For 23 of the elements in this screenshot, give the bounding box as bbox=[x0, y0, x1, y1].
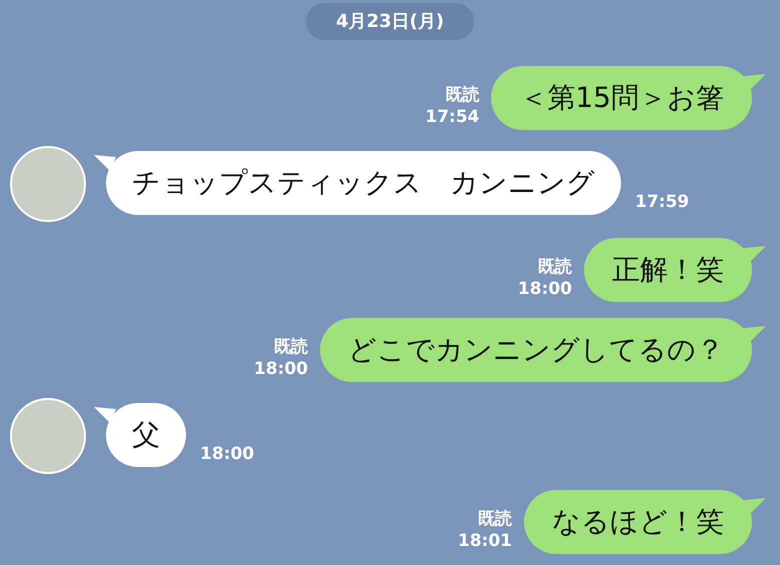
message-time: 18:00 bbox=[200, 443, 254, 466]
read-receipt: 既読 bbox=[274, 336, 308, 358]
message-bubble: ＜第15問＞お箸 bbox=[491, 66, 752, 130]
read-receipt: 既読 bbox=[445, 84, 480, 106]
read-receipt: 既読 bbox=[538, 256, 572, 278]
read-receipt: 既読 bbox=[478, 508, 512, 530]
message-time: 17:59 bbox=[635, 191, 690, 214]
speech-tail bbox=[94, 155, 116, 171]
speech-tail bbox=[744, 74, 766, 90]
message-bubble: 正解！笑 bbox=[584, 238, 752, 302]
speech-tail bbox=[744, 246, 766, 262]
message-time: 17:54 bbox=[425, 106, 480, 128]
date-label: 4月23日(月) bbox=[306, 3, 474, 40]
speech-tail bbox=[744, 326, 766, 342]
message-time: 18:01 bbox=[458, 530, 512, 552]
message-bubble: なるほど！笑 bbox=[524, 490, 752, 554]
message-bubble: 父 bbox=[106, 403, 186, 467]
message-bubble: チョップスティックス カンニング bbox=[106, 151, 621, 215]
message-bubble: どこでカンニングしてるの？ bbox=[320, 318, 752, 382]
message-time: 18:00 bbox=[518, 278, 572, 300]
message-time: 18:00 bbox=[254, 358, 308, 380]
speech-tail bbox=[94, 407, 116, 423]
speech-tail bbox=[744, 498, 766, 514]
